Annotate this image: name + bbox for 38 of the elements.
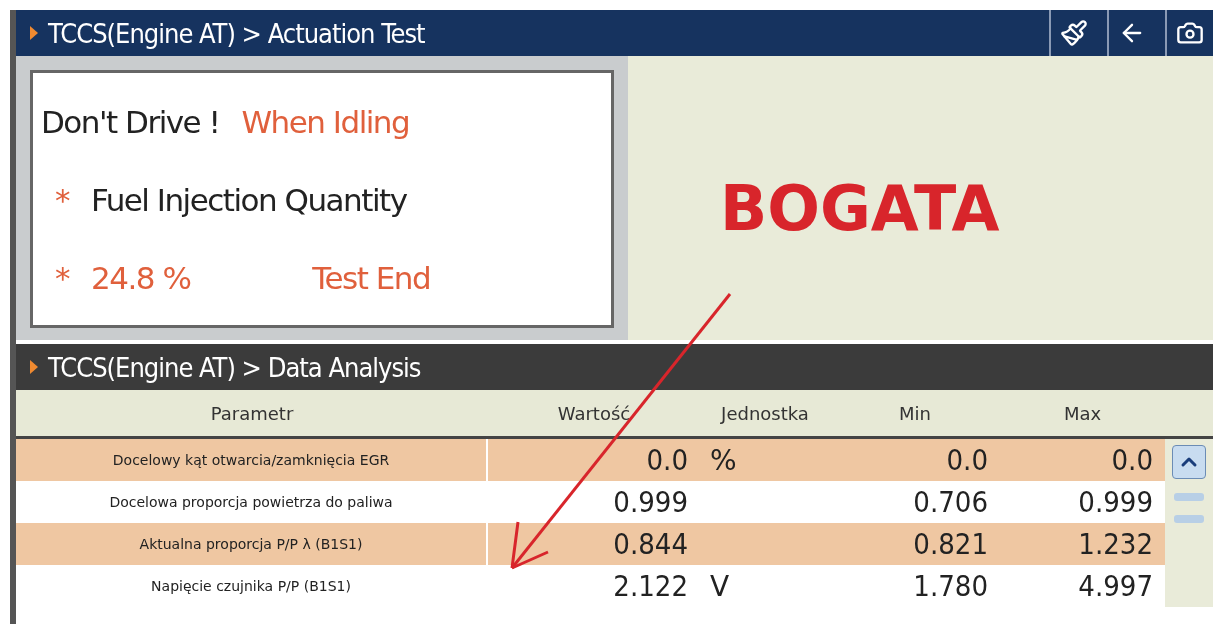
screen-title: TCCS(Engine AT) > Data Analysis <box>48 351 422 383</box>
column-header: Wartość <box>556 402 632 424</box>
column-header: Min <box>898 402 932 424</box>
scroll-thumb[interactable] <box>1174 493 1204 501</box>
max-cell-text: 0.0 <box>1110 443 1154 477</box>
value-text: 24.8 % <box>91 260 191 296</box>
condition-text: When Idling <box>241 104 410 140</box>
table-row[interactable]: Aktualna proporcja P/P λ (B1S1) 0.844 0.821 1.232 <box>16 523 1165 565</box>
column-header: Jednostka <box>719 402 810 424</box>
annotation-text: BOGATA <box>720 172 1000 245</box>
bullet-mark: * <box>55 182 69 218</box>
min-cell-text: 0.706 <box>912 485 989 519</box>
min-cell-text: 0.0 <box>945 443 989 477</box>
triangle-icon <box>30 360 38 374</box>
column-header: Max <box>1062 402 1103 424</box>
table-row[interactable]: Docelowy kąt otwarcia/zamknięcia EGR 0.0 % 0.0 0.0 <box>16 439 1165 481</box>
column-header: Parametr <box>209 402 295 424</box>
max-cell-text: 0.999 <box>1077 485 1154 519</box>
brush-icon <box>1060 19 1088 47</box>
max-cell-text: 1.232 <box>1077 527 1154 561</box>
value-cell-text: 0.999 <box>612 485 689 519</box>
warning-text: Don't Drive ! <box>41 104 220 140</box>
unit-cell-text: % <box>709 443 738 477</box>
min-cell-text: 0.821 <box>912 527 989 561</box>
value-cell-text: 0.0 <box>645 443 689 477</box>
status-text: Test End <box>312 260 431 296</box>
value-cell-text: 2.122 <box>612 569 689 603</box>
scroll-up-button[interactable] <box>1172 445 1206 479</box>
item-label: Fuel Injection Quantity <box>91 182 407 218</box>
screen-title: TCCS(Engine AT) > Actuation Test <box>48 17 426 49</box>
max-cell-text: 4.997 <box>1077 569 1154 603</box>
min-cell-text: 1.780 <box>912 569 989 603</box>
scrollbar[interactable] <box>1165 439 1213 607</box>
unit-cell-text: V <box>709 569 731 603</box>
bullet-mark: * <box>55 260 69 296</box>
scroll-thumb[interactable] <box>1174 515 1204 523</box>
triangle-icon <box>30 26 38 40</box>
value-cell-text: 0.844 <box>612 527 689 561</box>
